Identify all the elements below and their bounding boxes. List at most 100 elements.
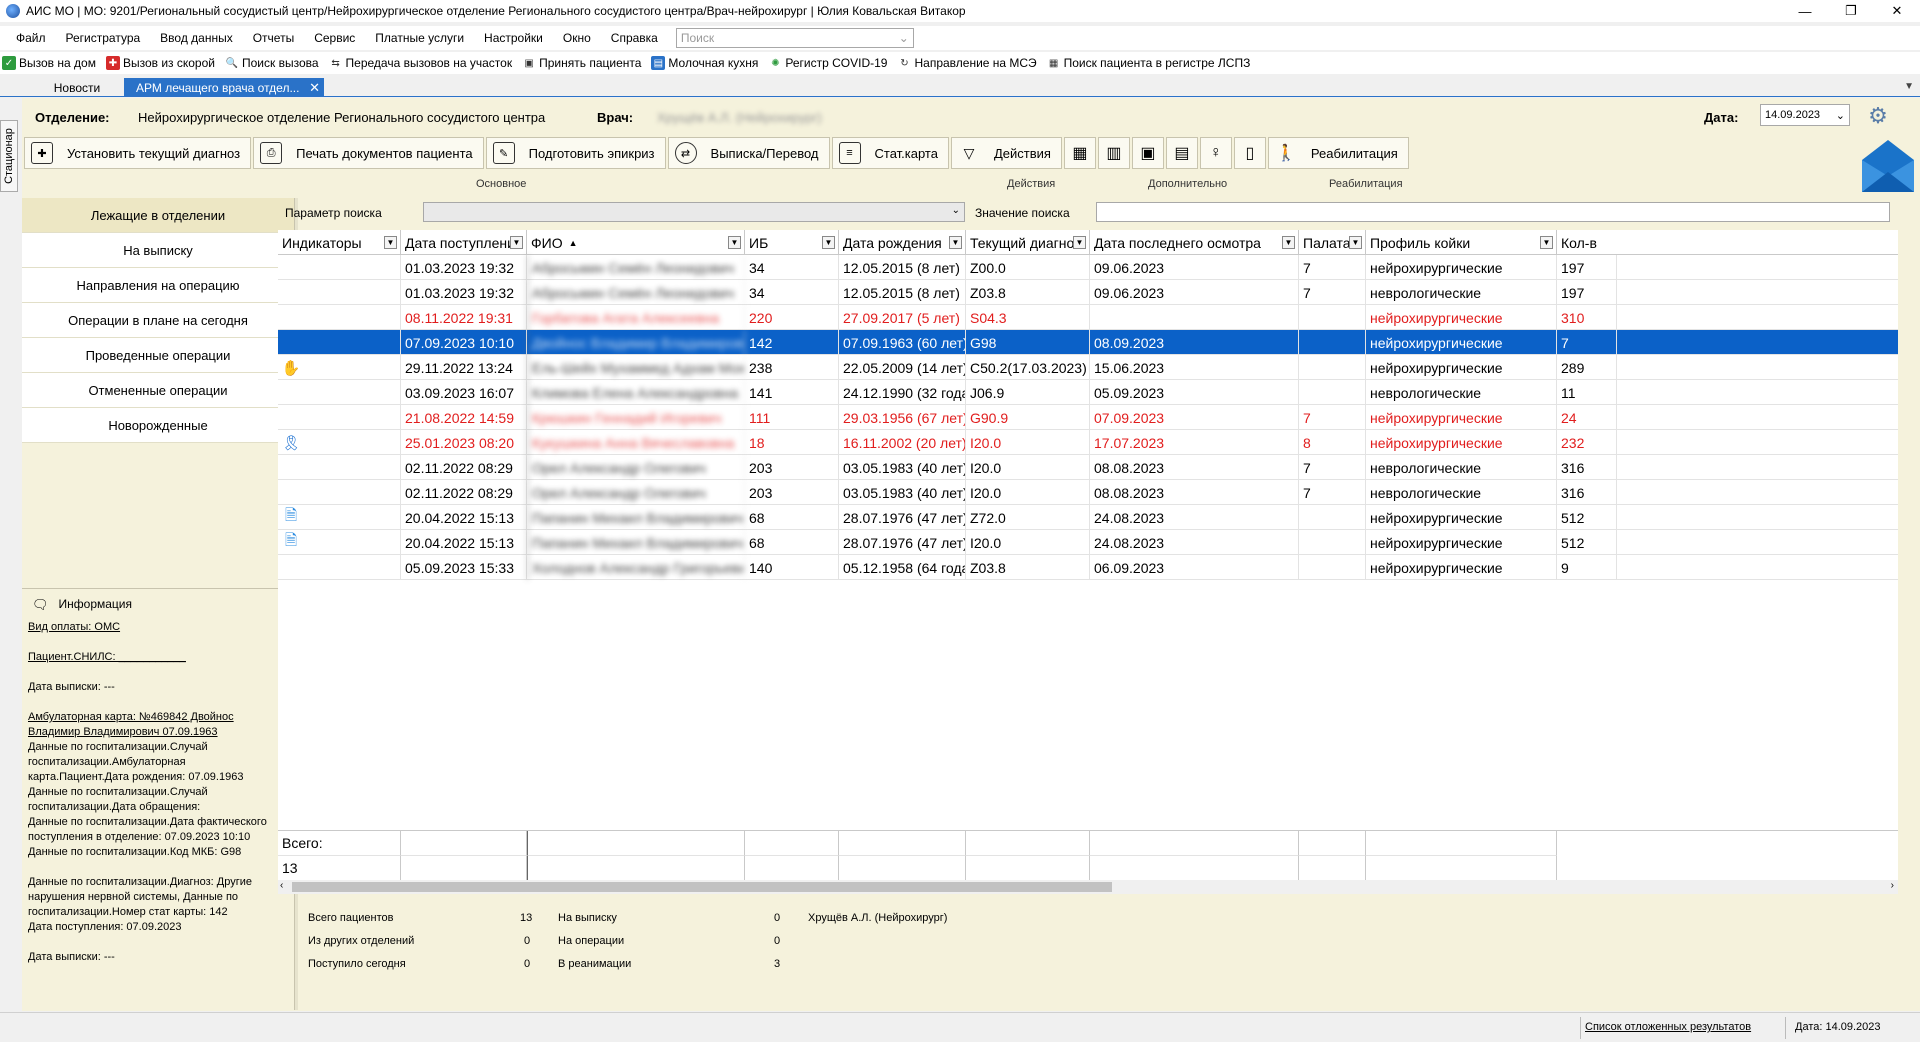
table-row[interactable]: 03.09.2023 16:07 Климова Елена Александро… bbox=[278, 380, 1898, 405]
col-count[interactable]: Кол-в bbox=[1557, 230, 1617, 255]
col-indicators[interactable]: Индикаторы ▼ bbox=[278, 230, 401, 255]
filter-icon[interactable]: ▼ bbox=[949, 236, 962, 249]
tab-arm-doctor[interactable]: АРМ лечащего врача отдел... ✕ bbox=[124, 78, 324, 97]
table-row[interactable]: 01.03.2023 19:32 Абросьмин Семён Леонидов… bbox=[278, 280, 1898, 305]
scroll-thumb[interactable] bbox=[292, 882, 1112, 892]
nav-newborns[interactable]: Новорожденные bbox=[22, 408, 294, 443]
quick-accept-patient-button[interactable]: ▣ Принять пациента bbox=[522, 56, 641, 70]
nav-surgeries-cancelled[interactable]: Отмененные операции bbox=[22, 373, 294, 408]
filter-icon[interactable]: ▼ bbox=[1282, 236, 1295, 249]
menu-reports[interactable]: Отчеты bbox=[243, 31, 304, 45]
quick-search-call-button[interactable]: 🔍 Поиск вызова bbox=[225, 56, 319, 70]
col-admit-date[interactable]: Дата поступления ▼ bbox=[401, 230, 527, 255]
actions-dropdown-button[interactable]: ▽ Действия bbox=[950, 137, 1062, 169]
nav-surgeries-today[interactable]: Операции в плане на сегодня bbox=[22, 303, 294, 338]
discharge-transfer-button[interactable]: ⇄ Выписка/Перевод bbox=[667, 137, 830, 169]
col-current-diagnosis[interactable]: Текущий диагноз ▼ bbox=[966, 230, 1090, 255]
minimize-button[interactable]: — bbox=[1782, 0, 1828, 22]
filter-icon[interactable]: ▼ bbox=[1349, 236, 1362, 249]
filter-icon[interactable]: ▼ bbox=[510, 236, 523, 249]
cell-indicator bbox=[278, 480, 401, 505]
additional-4-button[interactable]: ▤ bbox=[1165, 137, 1198, 169]
table-row[interactable]: 🗎 20.04.2022 15:13 Папанин Михаил Владимир… bbox=[278, 530, 1898, 555]
quick-transfer-calls-button[interactable]: ⇆ Передача вызовов на участок bbox=[329, 56, 512, 70]
quick-ambulance-call-button[interactable]: ✚ Вызов из скорой bbox=[105, 56, 215, 70]
additional-1-button[interactable]: ▦ bbox=[1063, 137, 1096, 169]
document-icon[interactable]: 🗎 bbox=[282, 507, 300, 527]
table-row[interactable]: 07.09.2023 10:10 Двойнос Владимир Владими… bbox=[278, 330, 1898, 355]
col-last-exam[interactable]: Дата последнего осмотра ▼ bbox=[1090, 230, 1299, 255]
col-bed-profile[interactable]: Профиль койки ▼ bbox=[1366, 230, 1557, 255]
additional-3-button[interactable]: ▣ bbox=[1131, 137, 1164, 169]
cell-last-exam: 08.09.2023 bbox=[1090, 330, 1299, 355]
date-picker[interactable]: 14.09.2023 ⌄ bbox=[1760, 104, 1850, 126]
table-row[interactable]: 21.08.2022 14:59 Крюшкин Геннадий Игореви… bbox=[278, 405, 1898, 430]
col-fio[interactable]: ФИО ▲ ▼ bbox=[527, 230, 745, 255]
additional-5-button[interactable]: ♀ bbox=[1199, 137, 1232, 169]
col-ib[interactable]: ИБ ▼ bbox=[745, 230, 839, 255]
maximize-button[interactable]: ❐ bbox=[1828, 0, 1874, 22]
quick-home-call-button[interactable]: ✓ Вызов на дом bbox=[2, 56, 96, 70]
quick-mse-referral-button[interactable]: ↻ Направление на МСЭ bbox=[897, 56, 1036, 70]
horizontal-scrollbar[interactable]: ‹ › bbox=[278, 880, 1898, 894]
close-icon[interactable]: ✕ bbox=[309, 80, 320, 96]
info-line[interactable]: Пациент.СНИЛС: ___________ bbox=[28, 650, 288, 665]
gear-icon[interactable]: ⚙ bbox=[1866, 104, 1890, 128]
menu-registry[interactable]: Регистратура bbox=[56, 31, 151, 45]
filter-icon[interactable]: ▼ bbox=[728, 236, 741, 249]
deferred-results-link[interactable]: Список отложенных результатов bbox=[1585, 1021, 1751, 1033]
menu-settings[interactable]: Настройки bbox=[474, 31, 553, 45]
menu-file[interactable]: Файл bbox=[0, 31, 56, 45]
prepare-epicrisis-button[interactable]: ✎ Подготовить эпикриз bbox=[485, 137, 666, 169]
search-value-input[interactable] bbox=[1096, 202, 1890, 222]
col-room[interactable]: Палата ▼ bbox=[1299, 230, 1366, 255]
nav-for-discharge[interactable]: На выписку bbox=[22, 233, 294, 268]
table-row[interactable]: 01.03.2023 19:32 Абросьмин Семён Леонидов… bbox=[278, 255, 1898, 280]
side-tab-hospital[interactable]: Стационар bbox=[0, 120, 18, 192]
menu-help[interactable]: Справка bbox=[601, 31, 668, 45]
tab-news[interactable]: Новости bbox=[30, 78, 124, 97]
table-row[interactable]: 🎗 25.01.2023 08:20 Кукушкина Анна Вячеслав… bbox=[278, 430, 1898, 455]
info-line[interactable]: Амбулаторная карта: №469842 Двойнос Влад… bbox=[28, 710, 288, 740]
close-window-button[interactable]: ✕ bbox=[1874, 0, 1920, 22]
col-birth-date[interactable]: Дата рождения ▼ bbox=[839, 230, 966, 255]
rehabilitation-button[interactable]: 🚶 Реабилитация bbox=[1267, 137, 1409, 169]
filter-icon[interactable]: ▼ bbox=[1073, 236, 1086, 249]
document-icon[interactable]: 🗎 bbox=[282, 532, 300, 552]
scroll-right-icon[interactable]: › bbox=[1891, 880, 1894, 891]
table-row[interactable]: 05.09.2023 15:33 Холоднов Александр Григо… bbox=[278, 555, 1898, 580]
print-documents-button[interactable]: ⎙ Печать документов пациента bbox=[253, 137, 484, 169]
nav-surgery-referrals[interactable]: Направления на операцию bbox=[22, 268, 294, 303]
col-label: ФИО bbox=[531, 234, 563, 251]
search-param-select[interactable]: ⌄ bbox=[423, 202, 965, 222]
filter-icon[interactable]: ▼ bbox=[384, 236, 397, 249]
table-row[interactable]: 🗎 20.04.2022 15:13 Папанин Михаил Владимир… bbox=[278, 505, 1898, 530]
quick-milk-kitchen-button[interactable]: ▤ Молочная кухня bbox=[651, 56, 758, 70]
stat-card-button[interactable]: ≡ Стат.карта bbox=[831, 137, 949, 169]
info-line[interactable]: Вид оплаты: ОМС bbox=[28, 620, 288, 635]
nav-in-department[interactable]: Лежащие в отделении bbox=[22, 198, 294, 233]
table-row[interactable]: 08.11.2022 19:31 Горбатова Агата Алексеев… bbox=[278, 305, 1898, 330]
nav-surgeries-done[interactable]: Проведенные операции bbox=[22, 338, 294, 373]
quick-lspz-search-button[interactable]: ▦ Поиск пациента в регистре ЛСПЗ bbox=[1047, 56, 1250, 70]
ribbon-icon[interactable]: 🎗 bbox=[281, 434, 300, 452]
table-row[interactable]: 02.11.2022 08:29 Орел Александр Олегович 2… bbox=[278, 455, 1898, 480]
additional-2-button[interactable]: ▥ bbox=[1097, 137, 1130, 169]
menu-search-input[interactable]: Поиск ⌄ bbox=[675, 28, 914, 48]
filter-icon[interactable]: ▼ bbox=[1540, 236, 1553, 249]
quick-covid-registry-button[interactable]: ✺ Регистр COVID-19 bbox=[768, 56, 887, 70]
cell-room: 7 bbox=[1299, 455, 1366, 480]
additional-6-button[interactable]: ▯ bbox=[1233, 137, 1266, 169]
set-diagnosis-button[interactable]: ✚ Установить текущий диагноз bbox=[24, 137, 252, 169]
table-row[interactable]: ✋ 29.11.2022 13:24 Ель-Шейх Мухаммед Адхам… bbox=[278, 355, 1898, 380]
tabs-dropdown-icon[interactable]: ▼ bbox=[1904, 81, 1914, 92]
hand-stop-icon[interactable]: ✋ bbox=[282, 359, 301, 377]
transfer-icon: ⇆ bbox=[331, 57, 340, 69]
menu-data-entry[interactable]: Ввод данных bbox=[150, 31, 243, 45]
scroll-left-icon[interactable]: ‹ bbox=[280, 880, 283, 891]
menu-window[interactable]: Окно bbox=[553, 31, 601, 45]
table-row[interactable]: 02.11.2022 08:29 Орел Александр Олегович 2… bbox=[278, 480, 1898, 505]
filter-icon[interactable]: ▼ bbox=[822, 236, 835, 249]
menu-service[interactable]: Сервис bbox=[304, 31, 365, 45]
menu-paid-services[interactable]: Платные услуги bbox=[365, 31, 474, 45]
